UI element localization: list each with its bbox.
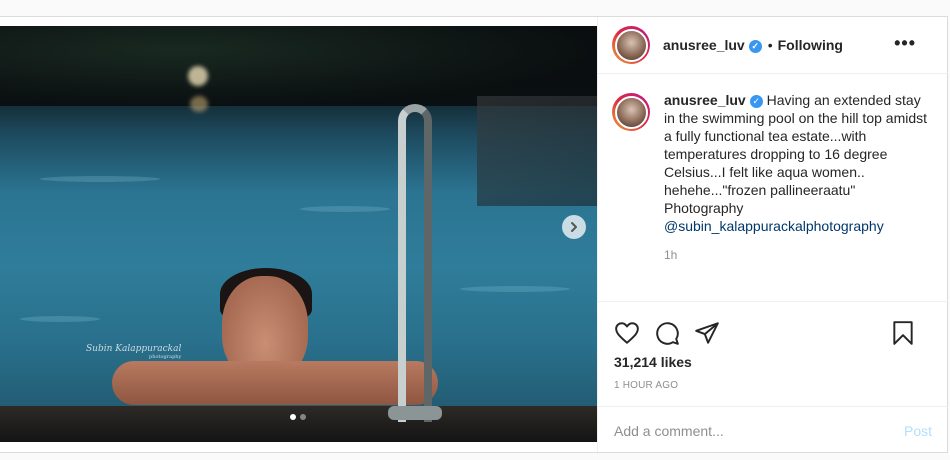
watermark-main: Subin Kalappurackal	[86, 344, 182, 354]
water-ripple	[20, 316, 100, 322]
separator-dot: •	[767, 37, 773, 53]
caption-text: Having an extended stay in the swimming …	[664, 92, 928, 216]
pool-ledge	[0, 406, 597, 442]
watermark-sub: photography	[149, 354, 182, 360]
mention-link[interactable]: @subin_kalappurackalphotography	[664, 218, 884, 234]
water-ripple	[40, 176, 160, 182]
caption-username[interactable]: anusree_luv	[664, 92, 746, 108]
verified-icon: ✓	[748, 40, 762, 53]
verified-icon: ✓	[749, 95, 763, 108]
username-text: anusree_luv	[663, 37, 745, 53]
following-button[interactable]: Following	[778, 37, 843, 53]
chevron-right-icon	[571, 222, 577, 232]
photo-watermark: Subin Kalappurackal photography	[86, 344, 181, 360]
comment-icon[interactable]	[654, 320, 680, 346]
caption-time[interactable]: 1h	[664, 246, 932, 264]
caption: anusree_luv ✓ Having an extended stay in …	[612, 91, 932, 264]
background-trees	[0, 26, 597, 106]
caption-text-block: anusree_luv ✓ Having an extended stay in …	[664, 92, 927, 216]
likes-count[interactable]: 31,214 likes	[598, 354, 948, 370]
background-light	[188, 66, 208, 86]
bookmark-icon[interactable]	[890, 320, 916, 346]
more-options-icon[interactable]: •••	[894, 33, 916, 54]
avatar	[614, 28, 648, 62]
carousel-dot	[300, 414, 306, 420]
carousel-dots	[290, 414, 306, 420]
username-link[interactable]: anusree_luv ✓	[663, 37, 762, 53]
person-arms	[112, 361, 438, 405]
carousel-dot-active	[290, 414, 296, 420]
post-card: Subin Kalappurackal photography anusree_…	[0, 16, 948, 453]
avatar	[614, 95, 648, 129]
water-ripple	[300, 206, 390, 212]
avatar-story-ring[interactable]	[612, 26, 650, 64]
caption-body: anusree_luv ✓ Having an extended stay in …	[664, 91, 932, 264]
post-media[interactable]: Subin Kalappurackal photography	[0, 26, 597, 442]
pool-edge	[477, 96, 597, 206]
action-bar	[598, 302, 948, 352]
share-icon[interactable]	[694, 320, 720, 346]
caption-avatar-ring[interactable]	[612, 93, 650, 131]
actions-section: 31,214 likes 1 HOUR AGO	[598, 301, 948, 391]
carousel-next-button[interactable]	[562, 215, 586, 239]
pool-ladder	[398, 104, 432, 422]
water-ripple	[460, 286, 570, 292]
post-header: anusree_luv ✓ • Following •••	[598, 17, 948, 74]
background-light	[190, 96, 208, 112]
post-timestamp[interactable]: 1 HOUR AGO	[598, 380, 948, 391]
pool-ladder-base	[388, 406, 442, 420]
heart-icon[interactable]	[614, 320, 640, 346]
post-sidebar: anusree_luv ✓ • Following ••• anusree_luv…	[597, 17, 948, 452]
comment-input[interactable]	[614, 422, 904, 439]
comment-form: Post	[598, 406, 948, 454]
post-comment-button[interactable]: Post	[904, 423, 932, 439]
